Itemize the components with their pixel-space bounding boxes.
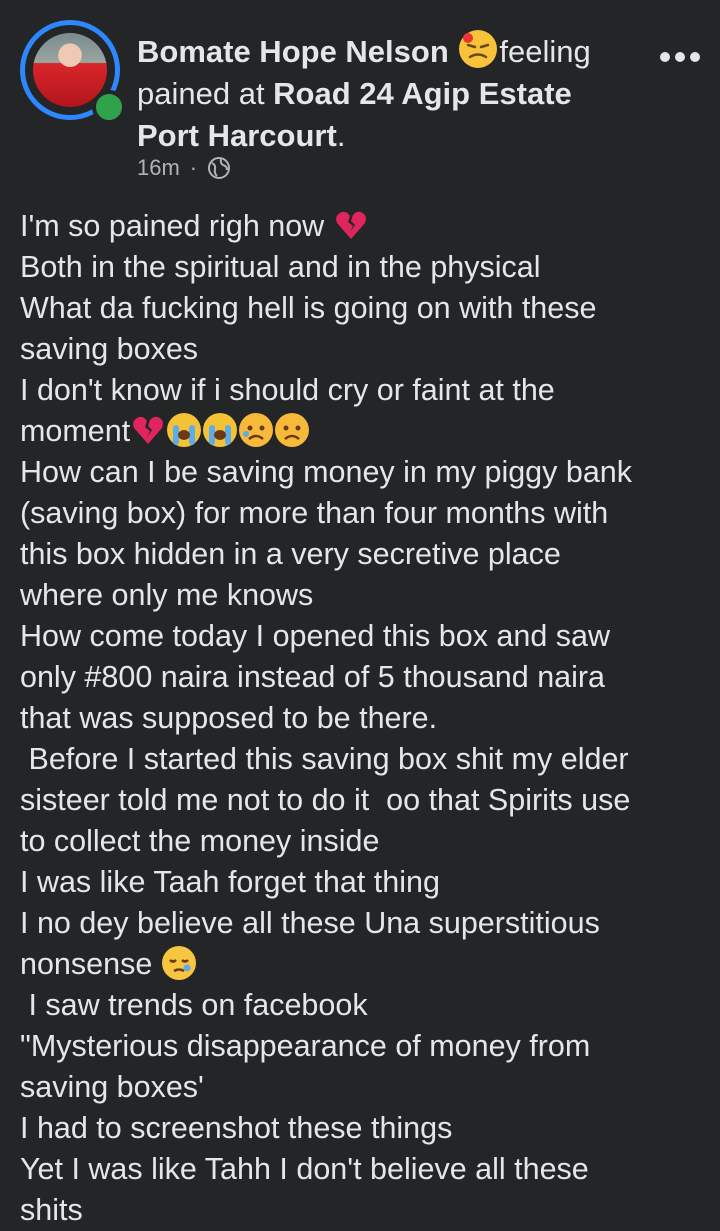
loudly-crying-face-icon bbox=[203, 413, 238, 447]
body-line: to collect the money inside bbox=[20, 824, 380, 858]
body-line: where only me knows bbox=[20, 578, 314, 612]
body-line: only #800 naira instead of 5 thousand na… bbox=[20, 660, 606, 694]
post-body: I'm so pained righ now Both in the spiri… bbox=[20, 206, 710, 1231]
body-line: How can I be saving money in my piggy ba… bbox=[20, 455, 633, 489]
body-line: saving boxes' bbox=[20, 1070, 204, 1104]
online-status-dot bbox=[92, 90, 126, 124]
pained-face-icon bbox=[459, 30, 498, 68]
body-line: Both in the spiritual and in the physica… bbox=[20, 250, 541, 284]
broken-heart-icon bbox=[334, 208, 368, 242]
body-line: sisteer told me not to do it oo that Spi… bbox=[20, 783, 631, 817]
body-line: Yet I was like Tahh I don't believe all … bbox=[20, 1152, 589, 1186]
body-line: I no dey believe all these Una superstit… bbox=[20, 906, 600, 940]
more-options-icon[interactable] bbox=[660, 50, 700, 64]
body-line: Before I started this saving box shit my… bbox=[20, 742, 629, 776]
body-line: this box hidden in a very secretive plac… bbox=[20, 537, 561, 571]
body-line: moment bbox=[20, 411, 710, 452]
body-line: saving boxes bbox=[20, 332, 199, 366]
body-line: What da fucking hell is going on with th… bbox=[20, 291, 597, 325]
sad-face-icon bbox=[239, 413, 274, 447]
body-line: "Mysterious disappearance of money from bbox=[20, 1029, 591, 1063]
author-name[interactable]: Bomate Hope Nelson bbox=[137, 34, 449, 69]
body-line: I was like Taah forget that thing bbox=[20, 865, 440, 899]
body-line: nonsense bbox=[20, 944, 710, 985]
body-line: How come today I opened this box and saw bbox=[20, 619, 611, 653]
post-meta: 16m · bbox=[137, 155, 231, 181]
meta-separator: · bbox=[189, 155, 198, 180]
feeling-label: feeling bbox=[499, 34, 591, 69]
body-line: shits bbox=[20, 1193, 83, 1227]
sad-face-icon bbox=[275, 413, 310, 447]
body-line: that was supposed to be there. bbox=[20, 701, 438, 735]
feeling-text: pained at bbox=[137, 76, 274, 111]
post-time[interactable]: 16m bbox=[137, 155, 180, 181]
body-line: (saving box) for more than four months w… bbox=[20, 496, 609, 530]
loudly-crying-face-icon bbox=[167, 413, 202, 447]
location-period: . bbox=[336, 118, 346, 153]
body-line: I don't know if i should cry or faint at… bbox=[20, 373, 555, 407]
sleepy-face-icon bbox=[161, 946, 196, 980]
post-header: Bomate Hope Nelson feeling pained at Roa… bbox=[137, 30, 637, 157]
body-line: I'm so pained righ now bbox=[20, 206, 710, 247]
body-line: I saw trends on facebook bbox=[20, 988, 368, 1022]
broken-heart-icon bbox=[131, 413, 165, 447]
globe-icon[interactable] bbox=[207, 156, 231, 180]
body-line: I had to screenshot these things bbox=[20, 1111, 453, 1145]
